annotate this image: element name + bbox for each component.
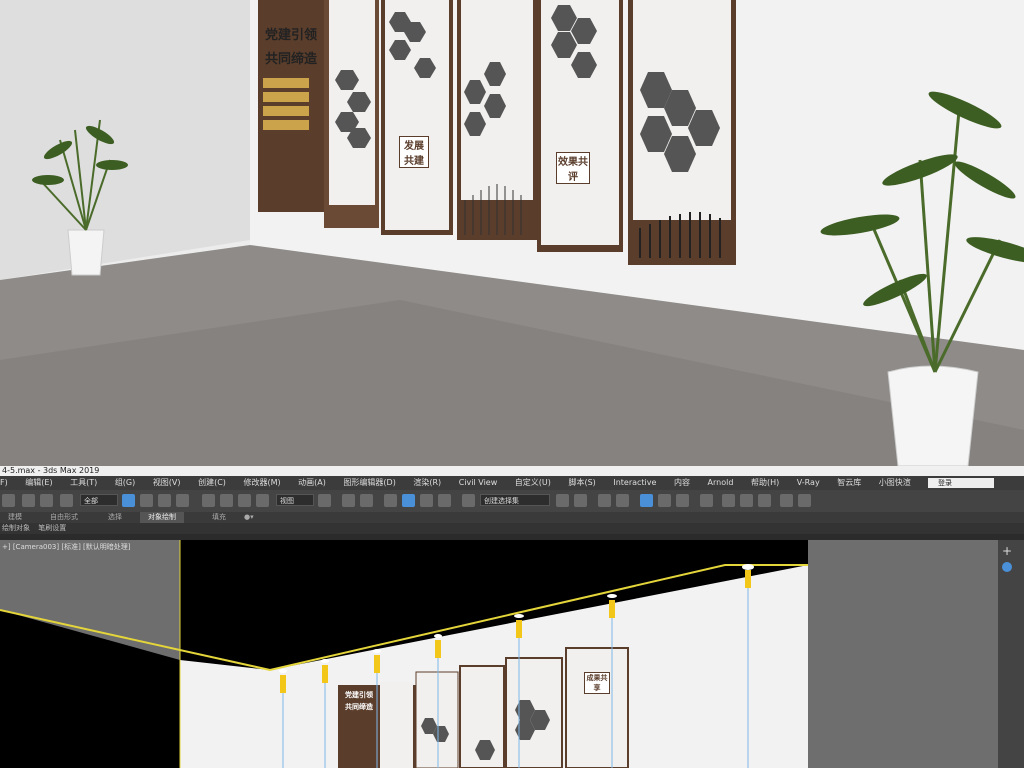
curve-editor-icon[interactable] xyxy=(658,494,671,507)
vp-panel-title-1: 党建引领 xyxy=(345,690,373,699)
scene-explorer-icon[interactable] xyxy=(598,494,611,507)
layer-explorer-icon[interactable] xyxy=(616,494,629,507)
menu-item-tools[interactable]: 工具(T) xyxy=(70,476,97,490)
reference-coord-label: 视图 xyxy=(280,497,294,505)
menu-item-rendering[interactable]: 渲染(R) xyxy=(413,476,441,490)
login-label: 登录 xyxy=(938,479,952,487)
menu-item-civil-view[interactable]: Civil View xyxy=(459,476,498,490)
named-selection-dropdown[interactable]: 创建选择集 xyxy=(480,494,550,506)
ribbon-tabs: 建模 自由形式 选择 对象绘制 填充 ●▾ xyxy=(0,512,1024,523)
select-manipulate-icon[interactable] xyxy=(342,494,355,507)
panel-title-2: 共同缔造 xyxy=(264,52,317,67)
rotate-icon[interactable] xyxy=(220,494,233,507)
panel-title-4: 效果共评 xyxy=(556,152,590,184)
menu-bar: F) 编辑(E) 工具(T) 组(G) 视图(V) 创建(C) 修改器(M) 动… xyxy=(0,476,1024,490)
selection-filter-dropdown[interactable]: 全部 xyxy=(80,494,118,506)
spinner-snap-icon[interactable] xyxy=(438,494,451,507)
main-toolbar: 全部 视图 创建选择集 xyxy=(0,490,1024,513)
scale-icon[interactable] xyxy=(238,494,251,507)
undo-icon[interactable] xyxy=(2,494,15,507)
tab-freeform[interactable]: 自由形式 xyxy=(50,512,78,523)
reference-coord-dropdown[interactable]: 视图 xyxy=(276,494,314,506)
snaps-toggle-icon[interactable] xyxy=(384,494,397,507)
menu-item-group[interactable]: 组(G) xyxy=(115,476,135,490)
keyboard-shortcut-icon[interactable] xyxy=(360,494,373,507)
viewport-label[interactable]: +] [Camera003] [标准] [默认明暗处理] xyxy=(2,542,131,552)
move-icon[interactable] xyxy=(202,494,215,507)
edit-named-sel-icon[interactable] xyxy=(462,494,475,507)
menu-item-quick-render[interactable]: 小图快渲 xyxy=(879,476,911,490)
menu-item-graph-editors[interactable]: 图形编辑器(D) xyxy=(343,476,395,490)
ribbon-options-icon[interactable]: ●▾ xyxy=(244,512,254,523)
select-object-icon[interactable] xyxy=(122,494,135,507)
tab-selection[interactable]: 选择 xyxy=(108,512,122,523)
select-by-name-icon[interactable] xyxy=(140,494,153,507)
window-title: 4-5.max - 3ds Max 2019 xyxy=(0,466,1024,476)
render-activeshade-icon[interactable] xyxy=(798,494,811,507)
window-crossing-icon[interactable] xyxy=(176,494,189,507)
menu-item-help[interactable]: 帮助(H) xyxy=(751,476,779,490)
command-panel[interactable]: + xyxy=(998,540,1024,768)
render-production-icon[interactable] xyxy=(758,494,771,507)
align-icon[interactable] xyxy=(574,494,587,507)
rendered-scene: 党建引领 共同缔造 发展共建 效果共评 xyxy=(0,0,1024,466)
unlink-icon[interactable] xyxy=(40,494,53,507)
menu-item-edit[interactable]: 编辑(E) xyxy=(25,476,52,490)
rendered-frame-icon[interactable] xyxy=(740,494,753,507)
menu-item-view[interactable]: 视图(V) xyxy=(153,476,181,490)
vp-panel-title-2: 共同缔造 xyxy=(345,702,373,711)
menu-item-content[interactable]: 内容 xyxy=(674,476,690,490)
brush-settings-label[interactable]: 笔刷设置 xyxy=(38,524,66,532)
vp-panel-badge: 成果共享 xyxy=(584,672,610,694)
menu-item-interactive[interactable]: Interactive xyxy=(613,476,656,490)
panel-title-3: 发展共建 xyxy=(399,136,429,168)
login-button[interactable]: 登录 xyxy=(928,478,994,488)
placement-icon[interactable] xyxy=(256,494,269,507)
link-icon[interactable] xyxy=(22,494,35,507)
geometry-icon[interactable] xyxy=(1002,562,1012,572)
tab-modeling[interactable]: 建模 xyxy=(8,512,22,523)
menu-item-zhiyunku[interactable]: 智云库 xyxy=(837,476,861,490)
pivot-icon[interactable] xyxy=(318,494,331,507)
menu-item-file[interactable]: F) xyxy=(0,476,8,490)
rect-selection-icon[interactable] xyxy=(158,494,171,507)
tab-object-paint[interactable]: 对象绘制 xyxy=(140,512,184,523)
named-selection-label: 创建选择集 xyxy=(484,497,519,505)
paint-objects-label[interactable]: 绘制对象 xyxy=(2,524,30,532)
panel-title-1: 党建引领 xyxy=(264,28,317,43)
render-setup-icon[interactable] xyxy=(722,494,735,507)
menu-item-vray[interactable]: V-Ray xyxy=(797,476,820,490)
angle-snap-icon[interactable] xyxy=(402,494,415,507)
percent-snap-icon[interactable] xyxy=(420,494,433,507)
tab-populate[interactable]: 填充 xyxy=(212,512,226,523)
schematic-view-icon[interactable] xyxy=(676,494,689,507)
menu-item-modifiers[interactable]: 修改器(M) xyxy=(243,476,280,490)
selection-filter-label: 全部 xyxy=(84,497,98,505)
menu-item-animation[interactable]: 动画(A) xyxy=(298,476,326,490)
menu-item-create[interactable]: 创建(C) xyxy=(198,476,226,490)
material-editor-icon[interactable] xyxy=(700,494,713,507)
menu-item-arnold[interactable]: Arnold xyxy=(708,476,734,490)
bind-spacewarp-icon[interactable] xyxy=(60,494,73,507)
render-iterative-icon[interactable] xyxy=(780,494,793,507)
mirror-icon[interactable] xyxy=(556,494,569,507)
ribbon-panel: 绘制对象 笔刷设置 xyxy=(0,523,1024,534)
viewport-camera003[interactable]: +] [Camera003] [标准] [默认明暗处理] 党建引领 共同缔造 成… xyxy=(0,540,998,768)
menu-item-customize[interactable]: 自定义(U) xyxy=(515,476,551,490)
create-tab-icon[interactable]: + xyxy=(1002,544,1012,558)
menu-item-scripting[interactable]: 脚本(S) xyxy=(568,476,595,490)
ribbon-toggle-icon[interactable] xyxy=(640,494,653,507)
